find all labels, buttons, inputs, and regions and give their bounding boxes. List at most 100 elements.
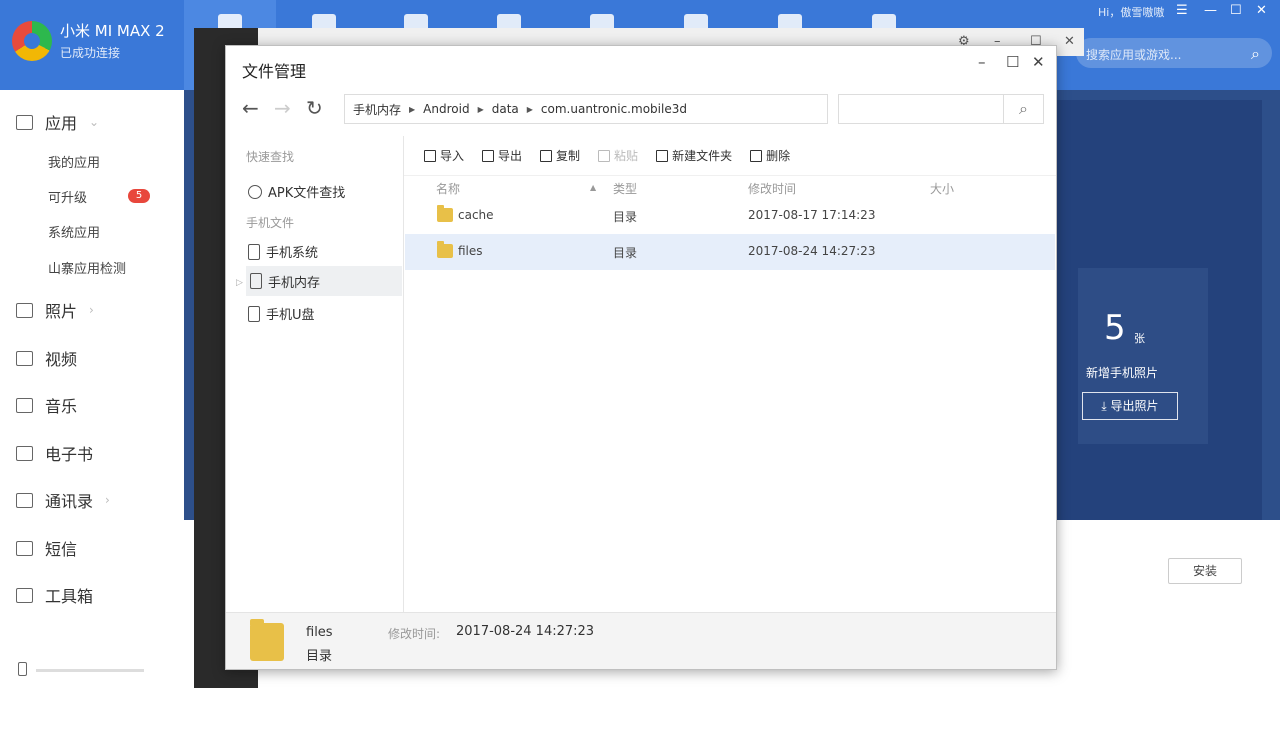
- new-photos-card: 5 张 新增手机照片 ⤓ 导出照片: [1078, 268, 1208, 444]
- download-icon: ⤓: [1101, 399, 1111, 413]
- forward-arrow-icon[interactable]: →: [274, 96, 291, 120]
- export-icon: [482, 149, 495, 162]
- search-icon[interactable]: ⌕: [1003, 95, 1043, 123]
- column-header-modified[interactable]: 修改时间: [748, 180, 796, 197]
- grid-icon: [16, 114, 33, 130]
- chevron-right-icon: ›: [89, 303, 94, 317]
- phone-storage-icon: [18, 662, 27, 676]
- sidebar-item-ebooks[interactable]: 电子书: [16, 441, 93, 465]
- apk-finder-item[interactable]: APK文件查找: [248, 182, 345, 201]
- message-icon: [16, 540, 33, 556]
- chevron-right-icon: ▶: [409, 104, 416, 114]
- phone-icon: [248, 243, 260, 260]
- quick-find-title: 快速查找: [246, 150, 295, 164]
- location-phone-system[interactable]: 手机系统: [248, 242, 318, 261]
- copy-button[interactable]: 复制: [540, 147, 580, 164]
- sidebar-item-contacts[interactable]: 通讯录 ›: [16, 488, 110, 512]
- video-icon: [16, 350, 33, 366]
- user-name[interactable]: Hi，傲雪嗷嗷: [1098, 4, 1164, 20]
- breadcrumb[interactable]: 手机内存 ▶ Android ▶ data ▶ com.uantronic.mo…: [344, 94, 828, 124]
- location-phone-usb[interactable]: 手机U盘: [248, 304, 315, 323]
- delete-button[interactable]: 删除: [750, 147, 790, 164]
- table-row[interactable]: cache 目录 2017-08-17 17:14:23: [405, 198, 1055, 234]
- photo-icon: [16, 302, 33, 318]
- new-folder-button[interactable]: 新建文件夹: [656, 147, 732, 164]
- close-icon[interactable]: ✕: [1064, 34, 1075, 49]
- file-type: 目录: [613, 246, 638, 260]
- modified-label: 修改时间:: [388, 627, 441, 641]
- storage-bar: [36, 669, 144, 672]
- column-header-name[interactable]: 名称: [436, 180, 460, 197]
- file-name: cache: [458, 208, 494, 222]
- chevron-down-icon: ⌄: [89, 115, 100, 129]
- sidebar-item-label: 工具箱: [45, 587, 94, 606]
- close-icon[interactable]: ✕: [1256, 3, 1267, 18]
- sidebar-item-label: 应用: [45, 114, 78, 133]
- sidebar-subitem-system-apps[interactable]: 系统应用: [48, 222, 100, 241]
- import-button[interactable]: 导入: [424, 147, 464, 164]
- search-icon[interactable]: ⌕: [1251, 44, 1260, 64]
- sidebar-item-music[interactable]: 音乐: [16, 393, 77, 417]
- column-header-type[interactable]: 类型: [613, 180, 637, 197]
- selected-type: 目录: [306, 649, 333, 664]
- book-icon: [16, 445, 33, 461]
- breadcrumb-item[interactable]: Android: [423, 102, 469, 116]
- sidebar-item-sms[interactable]: 短信: [16, 536, 77, 560]
- music-icon: [16, 397, 33, 413]
- folder-icon: [437, 205, 453, 222]
- install-button[interactable]: 安装: [1168, 558, 1242, 584]
- location-phone-storage[interactable]: 手机内存: [246, 266, 402, 296]
- file-manager-dialog: 文件管理 – ☐ ✕ ← → ↻ 手机内存 ▶ Android ▶ data ▶…: [225, 45, 1057, 670]
- paste-icon: [598, 149, 611, 162]
- sidebar-item-videos[interactable]: 视频: [16, 346, 77, 370]
- sidebar-item-photos[interactable]: 照片 ›: [16, 298, 94, 322]
- app-search-input[interactable]: 搜索应用或游戏... ⌕: [1076, 38, 1272, 68]
- paste-button[interactable]: 粘贴: [598, 147, 638, 164]
- minimize-icon[interactable]: —: [1204, 3, 1217, 18]
- file-search-input[interactable]: ⌕: [838, 94, 1044, 124]
- new-folder-icon: [656, 149, 669, 162]
- column-header-size[interactable]: 大小: [930, 180, 954, 197]
- sidebar-subitem-fake-app-check[interactable]: 山寨应用检测: [48, 258, 126, 277]
- new-photos-count: 5: [1104, 308, 1126, 348]
- sidebar-subitem-upgradable[interactable]: 可升级: [48, 187, 87, 206]
- sidebar-subitem-my-apps[interactable]: 我的应用: [48, 152, 100, 171]
- selected-name: files: [306, 625, 333, 640]
- usb-drive-icon: [248, 305, 260, 322]
- connection-status: 已成功连接: [60, 46, 121, 60]
- back-arrow-icon[interactable]: ←: [242, 96, 259, 120]
- phone-files-title: 手机文件: [246, 216, 295, 230]
- maximize-icon[interactable]: ☐: [1006, 53, 1019, 71]
- chevron-right-icon: ▶: [477, 104, 484, 114]
- device-info[interactable]: 小米 MI MAX 2 已成功连接: [12, 20, 165, 61]
- table-row[interactable]: files 目录 2017-08-24 14:27:23: [405, 234, 1055, 270]
- minimize-icon[interactable]: –: [978, 53, 986, 71]
- sort-ascending-icon: ▲: [590, 183, 597, 192]
- breadcrumb-item[interactable]: data: [492, 102, 519, 116]
- maximize-icon[interactable]: ☐: [1230, 3, 1242, 18]
- file-toolbar: 导入 导出 复制 粘贴 新建文件夹 删除: [404, 136, 1056, 176]
- location-label: 手机U盘: [266, 308, 315, 323]
- apk-finder-label: APK文件查找: [268, 186, 346, 201]
- main-sidebar: 应用 ⌄ 我的应用 可升级 5 系统应用 山寨应用检测 照片 › 视频 音乐 电…: [0, 90, 184, 720]
- folder-icon: [437, 241, 453, 258]
- close-icon[interactable]: ✕: [1032, 53, 1045, 71]
- app-logo-icon: [12, 20, 52, 61]
- export-photos-button[interactable]: ⤓ 导出照片: [1082, 392, 1178, 420]
- export-button[interactable]: 导出: [482, 147, 522, 164]
- search-placeholder: 搜索应用或游戏...: [1086, 48, 1182, 62]
- menu-icon[interactable]: ☰: [1176, 3, 1188, 18]
- phone-storage-icon: [250, 273, 262, 289]
- upgrade-count-badge: 5: [128, 189, 150, 203]
- file-name: files: [458, 244, 483, 258]
- chevron-right-icon: ›: [105, 493, 110, 507]
- location-label: 手机内存: [268, 275, 321, 291]
- file-modified: 2017-08-24 14:27:23: [748, 244, 876, 258]
- sidebar-item-toolbox[interactable]: 工具箱: [16, 583, 93, 607]
- sidebar-item-apps[interactable]: 应用 ⌄: [16, 110, 99, 134]
- refresh-icon[interactable]: ↻: [306, 96, 323, 120]
- folder-icon: [250, 619, 284, 661]
- breadcrumb-item[interactable]: com.uantronic.mobile3d: [541, 102, 687, 116]
- breadcrumb-item[interactable]: 手机内存: [353, 101, 401, 118]
- expand-arrow-icon[interactable]: ▷: [236, 278, 243, 288]
